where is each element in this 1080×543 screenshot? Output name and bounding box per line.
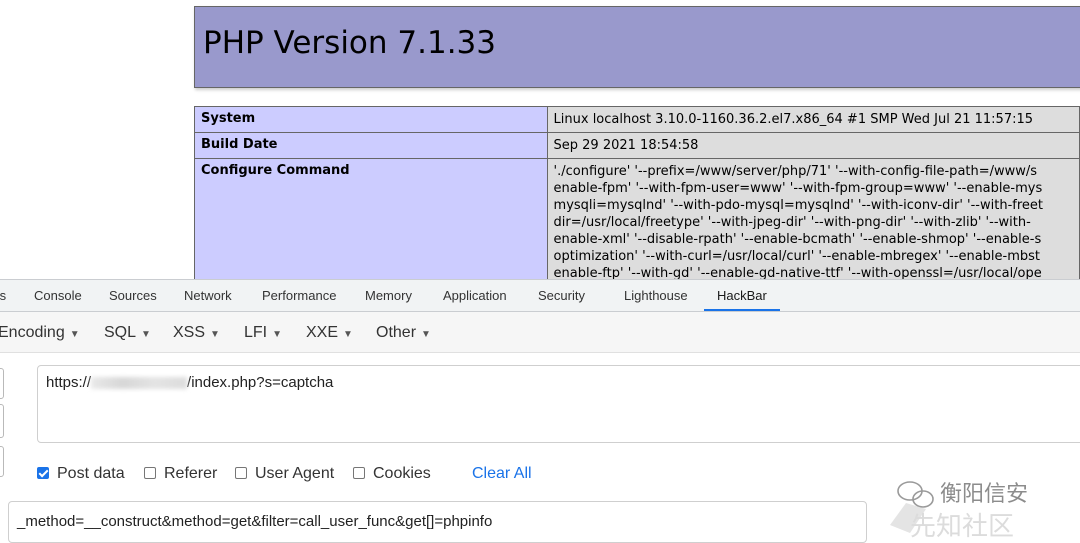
table-row: Configure Command './configure' '--prefi…	[194, 158, 1080, 279]
caret-down-icon: ▼	[141, 329, 151, 340]
url-input[interactable]: https:// /index.php?s=captcha	[37, 365, 1080, 443]
row-key-configure-command: Configure Command	[194, 158, 548, 279]
load-url-button[interactable]	[0, 368, 4, 399]
post-data-checkbox[interactable]	[37, 467, 49, 479]
split-url-button[interactable]	[0, 404, 4, 438]
user-agent-checkbox[interactable]	[235, 467, 247, 479]
cookies-checkbox[interactable]	[353, 467, 365, 479]
value-line: enable-xml' '--disable-rpath' '--enable-…	[553, 232, 1042, 247]
tab-elements[interactable]: ts	[0, 280, 6, 311]
table-row: Build Date Sep 29 2021 18:54:58	[194, 132, 1080, 159]
redacted-host	[91, 377, 188, 390]
devtools-panel: ts Console Sources Network Performance M…	[0, 279, 1080, 543]
value-line: './configure' '--prefix=/www/server/php/…	[553, 164, 1038, 179]
tab-lighthouse[interactable]: Lighthouse	[624, 280, 688, 311]
tab-application[interactable]: Application	[443, 280, 507, 311]
menu-xxe[interactable]: XXE ▼	[306, 312, 353, 352]
caret-down-icon: ▼	[69, 329, 80, 340]
menu-xxe-label: XXE	[306, 324, 339, 341]
caret-down-icon: ▼	[343, 329, 353, 340]
tab-sources[interactable]: Sources	[109, 280, 157, 311]
post-data-input[interactable]: _method=__construct&method=get&filter=ca…	[8, 501, 867, 543]
value-line: dir=/usr/local/freetype' '--with-jpeg-di…	[553, 215, 1031, 230]
referer-option[interactable]: Referer	[144, 463, 217, 485]
menu-other-label: Other	[376, 324, 417, 341]
table-row: System Linux localhost 3.10.0-1160.36.2.…	[194, 106, 1080, 133]
referer-label: Referer	[164, 465, 218, 482]
value-line: optimization' '--with-curl=/usr/local/cu…	[553, 249, 1041, 264]
caret-down-icon: ▼	[421, 329, 431, 340]
post-data-text: _method=__construct&method=get&filter=ca…	[17, 513, 493, 530]
user-agent-option[interactable]: User Agent	[235, 463, 334, 485]
referer-checkbox[interactable]	[144, 467, 156, 479]
menu-encoding[interactable]: Encoding ▼	[0, 312, 80, 352]
post-data-option[interactable]: Post data	[37, 463, 125, 485]
menu-lfi-label: LFI	[244, 324, 268, 341]
row-key-build-date: Build Date	[194, 132, 548, 159]
menu-sql-label: SQL	[104, 324, 137, 341]
php-version-header: PHP Version 7.1.33	[194, 6, 1080, 88]
tab-console[interactable]: Console	[34, 280, 82, 311]
caret-down-icon: ▼	[210, 329, 220, 340]
post-data-label: Post data	[57, 465, 125, 482]
row-value-system: Linux localhost 3.10.0-1160.36.2.el7.x86…	[546, 106, 1080, 133]
tab-hackbar[interactable]: HackBar	[704, 280, 780, 311]
caret-down-icon: ▼	[272, 329, 283, 340]
cookies-label: Cookies	[373, 465, 431, 482]
value-line: mysqli=mysqlnd' '--with-pdo-mysql=mysqln…	[553, 198, 1043, 213]
phpinfo-page: PHP Version 7.1.33 System Linux localhos…	[0, 0, 1080, 279]
url-text: https:// /index.php?s=captcha	[46, 374, 333, 391]
php-version-title: PHP Version 7.1.33	[203, 25, 497, 61]
hackbar-menu-bar: Encoding ▼ SQL ▼ XSS ▼ LFI ▼ XXE ▼ Other ▼	[0, 312, 1080, 353]
row-key-system: System	[194, 106, 548, 133]
cookies-option[interactable]: Cookies	[353, 463, 431, 485]
user-agent-label: User Agent	[255, 465, 335, 482]
menu-sql[interactable]: SQL ▼	[104, 312, 151, 352]
menu-other[interactable]: Other ▼	[376, 312, 431, 352]
url-prefix: https://	[46, 374, 92, 391]
menu-xss-label: XSS	[173, 324, 206, 341]
value-line: Linux localhost 3.10.0-1160.36.2.el7.x86…	[553, 112, 1034, 127]
clear-all-link[interactable]: Clear All	[472, 463, 532, 485]
tab-performance[interactable]: Performance	[262, 280, 336, 311]
value-line: enable-ftp' '--with-gd' '--enable-gd-nat…	[553, 266, 1042, 279]
request-options-row: Post data Referer User Agent Cookies Cle…	[0, 463, 1080, 485]
menu-encoding-label: Encoding	[0, 324, 65, 341]
tab-security[interactable]: Security	[538, 280, 585, 311]
tab-memory[interactable]: Memory	[365, 280, 412, 311]
value-line: enable-fpm' '--with-fpm-user=www' '--wit…	[553, 181, 1043, 196]
row-value-build-date: Sep 29 2021 18:54:58	[546, 132, 1080, 159]
devtools-tab-bar: ts Console Sources Network Performance M…	[0, 280, 1080, 312]
tab-network[interactable]: Network	[184, 280, 232, 311]
phpinfo-table: System Linux localhost 3.10.0-1160.36.2.…	[194, 106, 1080, 279]
menu-lfi[interactable]: LFI ▼	[244, 312, 282, 352]
menu-xss[interactable]: XSS ▼	[173, 312, 220, 352]
value-line: Sep 29 2021 18:54:58	[553, 138, 699, 153]
row-value-configure-command: './configure' '--prefix=/www/server/php/…	[546, 158, 1080, 279]
url-suffix: /index.php?s=captcha	[187, 374, 334, 391]
